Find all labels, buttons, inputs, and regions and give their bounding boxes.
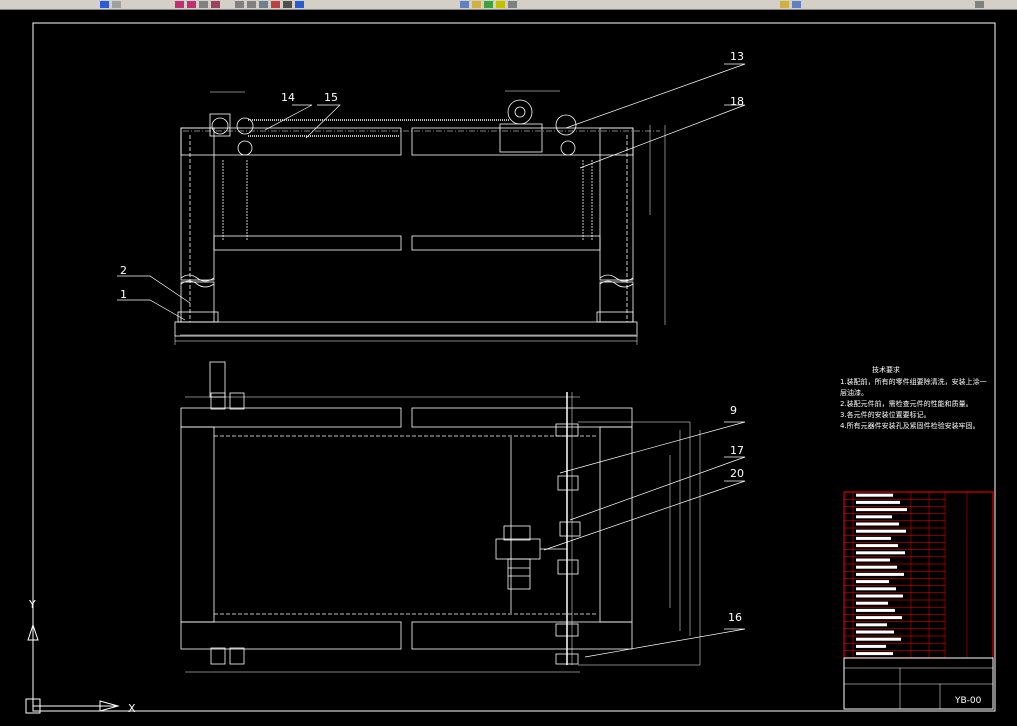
parts-row-text xyxy=(856,580,889,584)
parts-row-text xyxy=(856,630,894,634)
design-center-icon[interactable] xyxy=(247,0,256,8)
zoom-icon[interactable] xyxy=(187,0,196,8)
notes-line-5: 4.所有元器件安装孔及紧固件检验安装牢固。 xyxy=(840,421,980,430)
parts-row-text xyxy=(856,601,888,605)
arrow-right-icon[interactable] xyxy=(975,0,984,8)
tool-palette-icon[interactable] xyxy=(259,0,268,8)
leader-label-20: 20 xyxy=(730,467,744,480)
parts-row-text xyxy=(856,637,901,641)
leader-label-14: 14 xyxy=(281,91,295,104)
drawing-background xyxy=(0,10,1017,722)
leader-label-17: 17 xyxy=(730,444,744,457)
parts-row-text xyxy=(856,565,897,569)
parts-row-text xyxy=(856,594,903,598)
parts-row-text xyxy=(856,587,896,591)
parts-row-text xyxy=(856,572,904,576)
toolbar xyxy=(0,0,1017,10)
layer-previous-icon[interactable] xyxy=(484,0,493,8)
leader-label-18: 18 xyxy=(730,95,744,108)
parts-row-text xyxy=(856,644,886,648)
model-space-canvas[interactable]: 1 2 9 13 14 15 16 17 20 18 技术要求 1.装配前，所有… xyxy=(0,10,1017,722)
leader-label-9: 9 xyxy=(730,404,737,417)
parts-row-text xyxy=(856,608,895,612)
sheet-set-icon[interactable] xyxy=(271,0,280,8)
notes-line-2: 层油漆。 xyxy=(840,388,868,397)
leader-label-13: 13 xyxy=(730,50,744,63)
save-icon[interactable] xyxy=(100,0,109,8)
notes-line-1: 1.装配前，所有的零件组要除清洗，安装上涂一 xyxy=(840,377,987,386)
leader-label-1: 1 xyxy=(120,288,127,301)
lineweight-icon[interactable] xyxy=(780,0,789,8)
ucs-y-label: Y xyxy=(28,598,36,611)
parts-row-text xyxy=(856,515,892,519)
linetype-icon[interactable] xyxy=(508,0,517,8)
plot-style-icon[interactable] xyxy=(792,0,801,8)
notes-line-3: 2.装配元件前，需检查元件的性能和质量。 xyxy=(840,399,973,408)
parts-row-text xyxy=(856,544,898,548)
drawing-number: YB-00 xyxy=(954,696,982,706)
leader-label-16: 16 xyxy=(728,611,742,624)
text-icon[interactable] xyxy=(223,0,232,8)
calculator-icon[interactable] xyxy=(283,0,292,8)
layer-icon[interactable] xyxy=(460,0,469,8)
parts-row-text xyxy=(856,536,891,540)
parts-row-text xyxy=(856,500,900,504)
notes-line-4: 3.各元件的安装位置要标记。 xyxy=(840,410,931,419)
parts-row-text xyxy=(856,623,887,627)
properties-icon[interactable] xyxy=(235,0,244,8)
parts-row-text xyxy=(856,493,893,497)
parts-row-text xyxy=(856,508,907,512)
leader-label-2: 2 xyxy=(120,264,127,277)
pan-icon[interactable] xyxy=(175,0,184,8)
help-icon[interactable] xyxy=(295,0,304,8)
parts-row-text xyxy=(856,551,905,555)
parts-row-text xyxy=(856,616,902,620)
layer-state-icon[interactable] xyxy=(472,0,481,8)
color-icon[interactable] xyxy=(496,0,505,8)
parts-row-text xyxy=(856,522,899,526)
zoom-window-icon[interactable] xyxy=(199,0,208,8)
parts-row-text xyxy=(856,558,890,562)
arrow-left-icon[interactable] xyxy=(112,0,121,8)
drawing-svg[interactable]: 1 2 9 13 14 15 16 17 20 18 技术要求 1.装配前，所有… xyxy=(0,10,1017,722)
notes-title: 技术要求 xyxy=(872,365,900,374)
parts-row-text xyxy=(856,529,906,533)
ucs-x-label: X xyxy=(128,702,136,715)
zoom-previous-icon[interactable] xyxy=(211,0,220,8)
leader-label-15: 15 xyxy=(324,91,338,104)
parts-row-text xyxy=(856,652,893,656)
